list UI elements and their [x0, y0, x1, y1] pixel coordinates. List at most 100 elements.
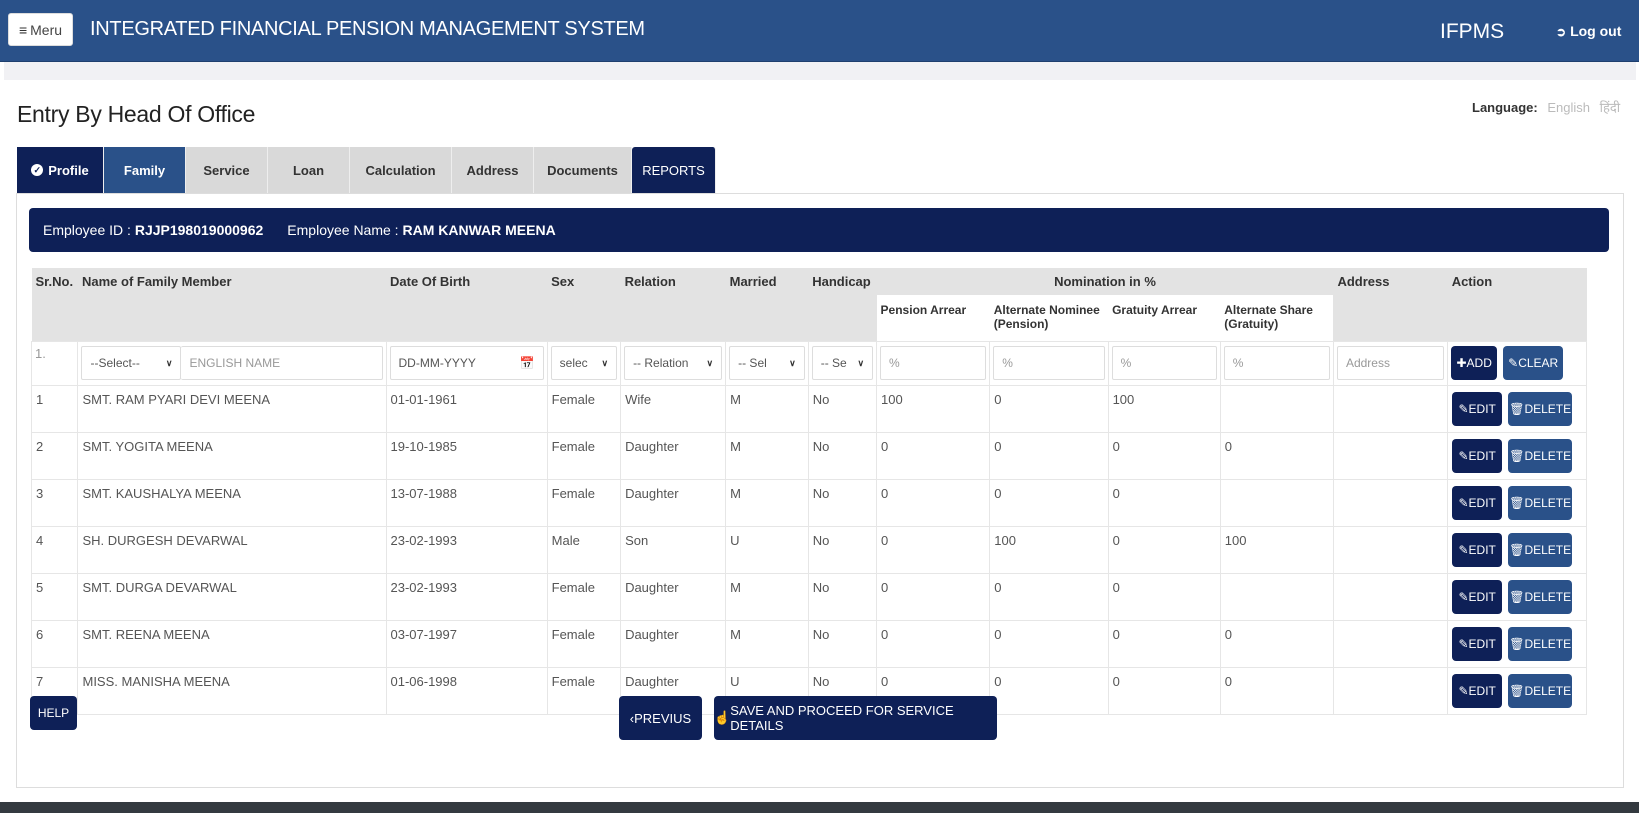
- alt-nominee-input[interactable]: %: [993, 346, 1105, 380]
- add-button[interactable]: ✚ ADD: [1451, 346, 1498, 380]
- tab-family[interactable]: Family: [104, 147, 186, 193]
- cell-handicap: No: [807, 478, 878, 527]
- check-circle-icon: ✓: [31, 164, 44, 176]
- cell-alt-share: [1219, 384, 1334, 433]
- table-row: 3 SMT. KAUSHALYA MEENA 13-07-1988 Female Dau…: [30, 478, 1587, 527]
- cell-actions: ✎ EDIT 🗑 DELETE: [1447, 525, 1587, 574]
- tab-service[interactable]: Service: [186, 147, 268, 193]
- english-name-input[interactable]: ENGLISH NAME: [181, 346, 383, 380]
- cell-address: [1332, 431, 1449, 480]
- dob-input[interactable]: DD-MM-YYYY 📅: [389, 346, 544, 380]
- cell-relation: Wife: [620, 384, 727, 433]
- tab-calculation[interactable]: Calculation: [350, 147, 452, 193]
- edit-button[interactable]: ✎ EDIT: [1452, 391, 1503, 426]
- cell-handicap: No: [807, 431, 878, 480]
- cell-dob: 01-06-1998: [385, 666, 548, 715]
- tab-label: Service: [203, 162, 250, 178]
- hamburger-icon: ≡: [18, 21, 28, 38]
- chevron-down-icon: ∨: [706, 357, 714, 368]
- edit-button[interactable]: ✎ EDIT: [1452, 438, 1503, 473]
- cell-sex: Female: [546, 666, 622, 715]
- col-alt-nominee: Alternate Nominee (Pension): [989, 295, 1109, 341]
- family-members-table: Sr.No. Name of Family Member Date Of Bir…: [30, 268, 1587, 715]
- edit-button[interactable]: ✎ EDIT: [1452, 626, 1503, 661]
- delete-label: DELETE: [1524, 589, 1572, 604]
- cell-pension: 0: [876, 478, 991, 527]
- cell-address: [1332, 666, 1449, 715]
- delete-button[interactable]: 🗑 DELETE: [1508, 673, 1573, 708]
- cell-name: SMT. DURGA DEVARWAL: [77, 572, 387, 621]
- delete-label: DELETE: [1524, 542, 1572, 557]
- alt-share-input[interactable]: %: [1223, 346, 1330, 380]
- cell-married: M: [725, 478, 809, 527]
- cell-married: M: [725, 384, 809, 433]
- cell-pension: 0: [876, 619, 991, 668]
- edit-button[interactable]: ✎ EDIT: [1452, 579, 1503, 614]
- cell-actions: ✎ EDIT 🗑 DELETE: [1447, 666, 1587, 715]
- help-label: HELP: [37, 706, 70, 720]
- language-hindi[interactable]: हिंदी: [1600, 100, 1621, 115]
- edit-icon: ✎: [1458, 589, 1469, 604]
- tab-profile[interactable]: ✓ Profile: [17, 147, 104, 193]
- edit-button[interactable]: ✎ EDIT: [1452, 532, 1503, 567]
- table-row: 2 SMT. YOGITA MEENA 19-10-1985 Female Daught…: [30, 431, 1587, 480]
- cell-relation: Son: [620, 525, 727, 574]
- tab-address[interactable]: Address: [452, 147, 534, 193]
- col-dob: Date Of Birth: [386, 268, 548, 341]
- sex-select[interactable]: selec ∨: [550, 346, 618, 380]
- gratuity-arrear-input[interactable]: %: [1111, 346, 1217, 380]
- tab-reports[interactable]: REPORTS: [632, 147, 716, 193]
- language-english[interactable]: English: [1547, 100, 1590, 115]
- menu-label: Meru: [30, 21, 63, 38]
- trash-icon: 🗑: [1509, 589, 1525, 604]
- chevron-down-icon: ∨: [789, 357, 796, 368]
- cell-alt-nominee: 0: [989, 431, 1109, 480]
- tab-documents[interactable]: Documents: [534, 147, 632, 193]
- handicap-select[interactable]: -- Se ∨: [811, 346, 874, 380]
- col-alt-share: Alternate Share (Gratuity): [1220, 295, 1334, 341]
- delete-button[interactable]: 🗑 DELETE: [1508, 579, 1573, 614]
- cell-dob: 19-10-1985: [385, 431, 548, 480]
- tab-loan[interactable]: Loan: [268, 147, 350, 193]
- cell-name: MISS. MANISHA MEENA: [77, 666, 387, 715]
- col-address: Address: [1333, 268, 1448, 341]
- delete-label: DELETE: [1524, 448, 1572, 463]
- cell-address: [1332, 384, 1449, 433]
- cell-pension: 100: [876, 384, 991, 433]
- previous-button[interactable]: ‹ PREVIUS: [619, 696, 702, 740]
- clear-button[interactable]: ✎ CLEAR: [1503, 346, 1564, 380]
- title-select[interactable]: --Select-- ∨: [81, 346, 182, 380]
- edit-button[interactable]: ✎ EDIT: [1452, 485, 1503, 520]
- delete-button[interactable]: 🗑 DELETE: [1508, 532, 1573, 567]
- cell-sr: 1: [30, 384, 79, 433]
- calendar-icon[interactable]: 📅: [520, 356, 535, 370]
- pension-arrear-input[interactable]: %: [880, 346, 987, 380]
- col-handicap: Handicap: [808, 268, 877, 341]
- top-navbar: ≡ Meru INTEGRATED FINANCIAL PENSION MANA…: [0, 0, 1639, 62]
- edit-label: EDIT: [1468, 589, 1496, 604]
- logout-label: Log out: [1570, 23, 1622, 39]
- delete-button[interactable]: 🗑 DELETE: [1508, 485, 1573, 520]
- previous-label: PREVIUS: [634, 710, 692, 726]
- cell-gratuity: 0: [1107, 666, 1221, 715]
- relation-select[interactable]: -- Relation ∨: [624, 346, 723, 380]
- edit-button[interactable]: ✎ EDIT: [1452, 673, 1503, 708]
- address-input[interactable]: Address: [1336, 346, 1445, 380]
- employee-id-value: RJJP198019000962: [134, 222, 264, 238]
- trash-icon: 🗑: [1509, 636, 1525, 651]
- cell-gratuity: 0: [1107, 431, 1221, 480]
- menu-button[interactable]: ≡ Meru: [8, 13, 73, 46]
- title-select-value: --Select--: [90, 356, 140, 370]
- cell-name: SMT. RAM PYARI DEVI MEENA: [77, 384, 387, 433]
- save-proceed-button[interactable]: ☝ SAVE AND PROCEED FOR SERVICE DETAILS: [714, 696, 997, 740]
- cell-married: M: [725, 431, 809, 480]
- delete-label: DELETE: [1524, 636, 1572, 651]
- delete-button[interactable]: 🗑 DELETE: [1508, 626, 1573, 661]
- delete-button[interactable]: 🗑 DELETE: [1508, 391, 1573, 426]
- married-select[interactable]: -- Sel ∨: [729, 346, 805, 380]
- delete-button[interactable]: 🗑 DELETE: [1508, 438, 1573, 473]
- logout-link[interactable]: ➲ Log out: [1556, 23, 1621, 39]
- help-button[interactable]: HELP: [30, 696, 77, 730]
- cell-handicap: No: [807, 525, 878, 574]
- cell-name: SH. DURGESH DEVARWAL: [77, 525, 387, 574]
